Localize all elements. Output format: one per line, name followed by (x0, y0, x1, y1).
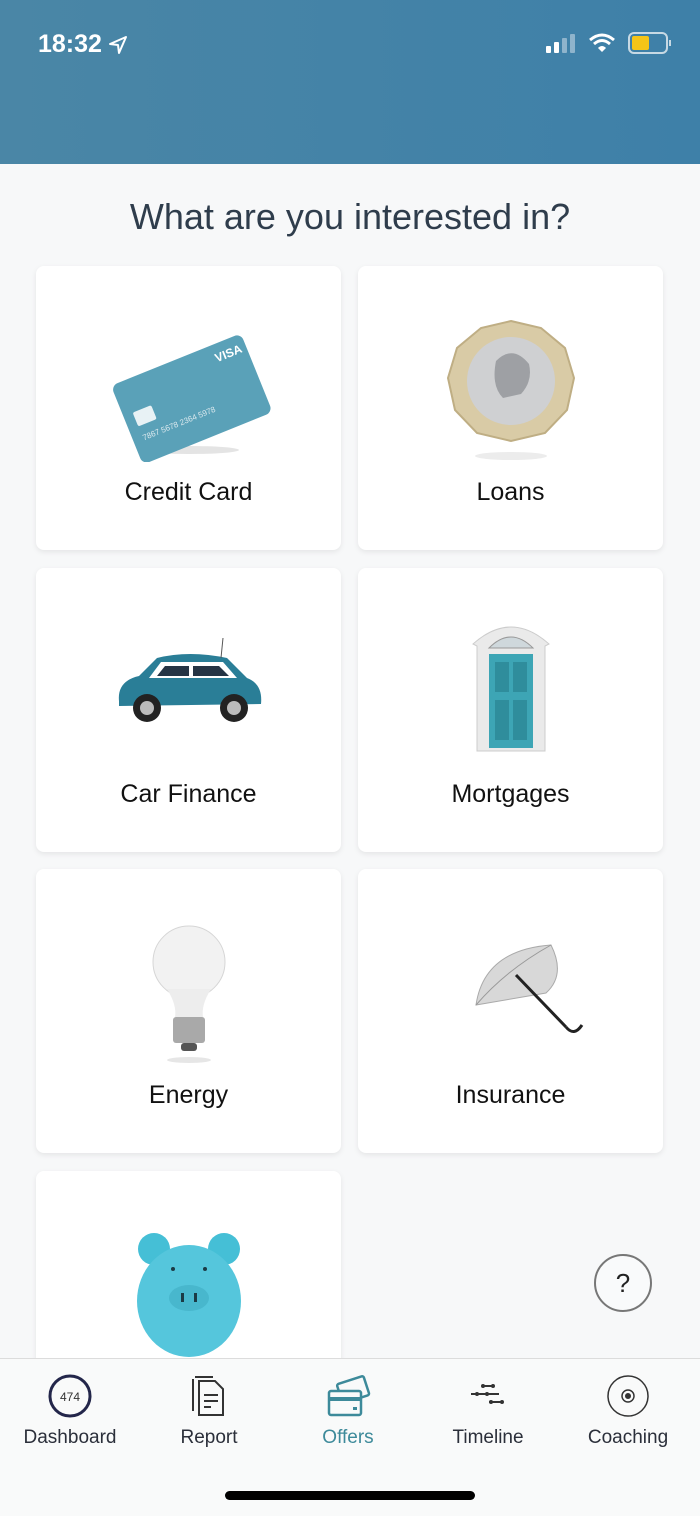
tab-coaching[interactable]: Coaching (558, 1373, 698, 1449)
target-icon (607, 1375, 649, 1417)
door-image (471, 626, 550, 752)
home-indicator[interactable] (225, 1491, 475, 1500)
card-label: Mortgages (451, 780, 570, 808)
tab-dashboard[interactable]: 474 Dashboard (0, 1373, 140, 1449)
piggy-bank-image (136, 1233, 241, 1357)
umbrella-image (474, 944, 583, 1033)
card-label: Insurance (455, 1081, 566, 1109)
battery-icon (628, 32, 671, 54)
category-card-mortgages[interactable]: Mortgages (358, 568, 663, 852)
category-card-credit-card[interactable]: VISA 7867 5678 2364 5978 Credit Card (36, 266, 341, 550)
tab-label: Coaching (587, 1427, 669, 1448)
category-card-loans[interactable]: Loans (358, 266, 663, 550)
tab-offers[interactable]: Offers (278, 1373, 418, 1449)
card-label: Loans (476, 478, 545, 506)
car-image (118, 637, 261, 722)
help-label: ? (615, 1267, 631, 1298)
tab-label: Report (180, 1427, 238, 1448)
score-circle-icon: 474 (48, 1374, 92, 1418)
lightbulb-image (152, 925, 225, 1063)
cards-icon (327, 1375, 371, 1417)
category-card-car-finance[interactable]: Car Finance (36, 568, 341, 852)
category-card-insurance[interactable]: Insurance (358, 869, 663, 1153)
wifi-icon (589, 33, 615, 52)
help-button[interactable]: ? (594, 1254, 652, 1312)
tab-report[interactable]: Report (139, 1373, 279, 1449)
tab-label: Dashboard (23, 1427, 117, 1448)
category-card-energy[interactable]: Energy (36, 869, 341, 1153)
credit-card-image: VISA7867 5678 2364 5978 (112, 335, 271, 462)
tab-timeline[interactable]: Timeline (418, 1373, 558, 1449)
card-label: Credit Card (124, 478, 253, 506)
location-arrow-icon (108, 35, 127, 54)
status-icons (546, 32, 672, 54)
svg-text:474: 474 (60, 1390, 80, 1404)
tab-label: Offers (322, 1427, 374, 1448)
document-icon (192, 1376, 224, 1416)
status-time: 18:32 (38, 30, 128, 59)
pound-coin-image (446, 319, 575, 460)
tab-label: Timeline (452, 1427, 524, 1448)
header-bar: 18:32 (0, 0, 700, 164)
timeline-icon (471, 1384, 504, 1404)
page-title: What are you interested in? (129, 196, 571, 237)
card-label: Energy (148, 1081, 229, 1109)
category-card-savings[interactable] (36, 1171, 341, 1371)
card-label: Car Finance (120, 780, 257, 808)
clock: 18:32 (38, 30, 102, 58)
signal-icon (546, 34, 575, 53)
